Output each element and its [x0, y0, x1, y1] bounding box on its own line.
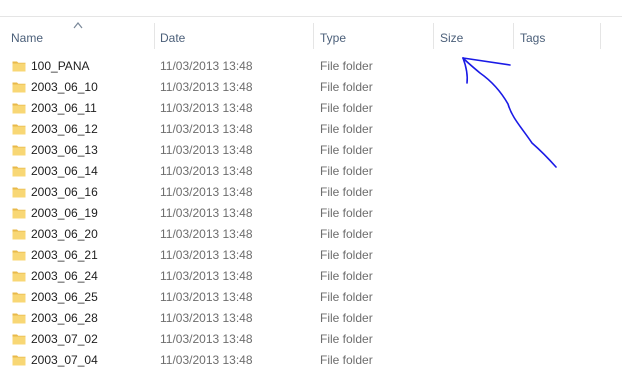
column-divider[interactable]	[513, 23, 514, 49]
table-row[interactable]: 2003_07_02 11/03/2013 13:48 File folder	[0, 329, 622, 350]
table-row[interactable]: 2003_06_20 11/03/2013 13:48 File folder	[0, 224, 622, 245]
column-header-tags-label: Tags	[520, 31, 546, 45]
folder-name[interactable]: 2003_06_24	[31, 266, 98, 287]
folder-name[interactable]: 2003_06_10	[31, 77, 98, 98]
column-header-date-label: Date	[160, 31, 186, 45]
folder-name[interactable]: 2003_06_12	[31, 119, 98, 140]
folder-icon	[12, 61, 26, 72]
item-type: File folder	[320, 269, 373, 283]
column-header-bar: Name Date Type Size Tags	[0, 17, 622, 51]
column-divider[interactable]	[154, 23, 155, 49]
item-type: File folder	[320, 185, 373, 199]
folder-name[interactable]: 2003_06_25	[31, 287, 98, 308]
folder-icon	[12, 250, 26, 261]
table-row[interactable]: 100_PANA 11/03/2013 13:48 File folder	[0, 56, 622, 77]
date-modified: 11/03/2013 13:48	[160, 122, 253, 136]
folder-icon	[12, 208, 26, 219]
table-row[interactable]: 2003_06_25 11/03/2013 13:48 File folder	[0, 287, 622, 308]
folder-name[interactable]: 2003_06_13	[31, 140, 98, 161]
item-type: File folder	[320, 332, 373, 346]
folder-name[interactable]: 2003_06_11	[31, 98, 97, 119]
column-divider[interactable]	[313, 23, 314, 49]
file-list: 100_PANA 11/03/2013 13:48 File folder 2003_…	[0, 56, 622, 371]
table-row[interactable]: 2003_06_21 11/03/2013 13:48 File folder	[0, 245, 622, 266]
table-row[interactable]: 2003_06_19 11/03/2013 13:48 File folder	[0, 203, 622, 224]
table-row[interactable]: 2003_06_24 11/03/2013 13:48 File folder	[0, 266, 622, 287]
item-type: File folder	[320, 80, 373, 94]
table-row[interactable]: 2003_06_12 11/03/2013 13:48 File folder	[0, 119, 622, 140]
column-divider[interactable]	[433, 23, 434, 49]
date-modified: 11/03/2013 13:48	[160, 143, 253, 157]
date-modified: 11/03/2013 13:48	[160, 227, 253, 241]
folder-name[interactable]: 2003_06_28	[31, 308, 98, 329]
folder-icon	[12, 292, 26, 303]
folder-name[interactable]: 2003_06_14	[31, 161, 98, 182]
column-header-size[interactable]: Size	[436, 17, 512, 51]
folder-icon	[12, 166, 26, 177]
folder-name[interactable]: 2003_06_19	[31, 203, 98, 224]
item-type: File folder	[320, 59, 373, 73]
folder-icon	[12, 187, 26, 198]
date-modified: 11/03/2013 13:48	[160, 248, 253, 262]
table-row[interactable]: 2003_06_16 11/03/2013 13:48 File folder	[0, 182, 622, 203]
date-modified: 11/03/2013 13:48	[160, 185, 253, 199]
folder-icon	[12, 313, 26, 324]
table-row[interactable]: 2003_06_10 11/03/2013 13:48 File folder	[0, 77, 622, 98]
item-type: File folder	[320, 227, 373, 241]
column-header-name[interactable]: Name	[7, 17, 153, 51]
folder-icon	[12, 145, 26, 156]
table-row[interactable]: 2003_06_14 11/03/2013 13:48 File folder	[0, 161, 622, 182]
item-type: File folder	[320, 143, 373, 157]
folder-name[interactable]: 2003_06_20	[31, 224, 98, 245]
table-row[interactable]: 2003_06_11 11/03/2013 13:48 File folder	[0, 98, 622, 119]
date-modified: 11/03/2013 13:48	[160, 164, 253, 178]
column-header-date[interactable]: Date	[156, 17, 312, 51]
folder-name[interactable]: 100_PANA	[31, 56, 89, 77]
column-header-name-label: Name	[11, 31, 44, 45]
folder-icon	[12, 271, 26, 282]
folder-icon	[12, 103, 26, 114]
column-header-type-label: Type	[320, 31, 347, 45]
column-header-tags[interactable]: Tags	[516, 17, 600, 51]
item-type: File folder	[320, 122, 373, 136]
folder-icon	[12, 124, 26, 135]
date-modified: 11/03/2013 13:48	[160, 80, 253, 94]
folder-icon	[12, 82, 26, 93]
item-type: File folder	[320, 290, 373, 304]
column-divider[interactable]	[600, 23, 601, 49]
folder-icon	[12, 355, 26, 366]
folder-name[interactable]: 2003_06_21	[31, 245, 98, 266]
column-header-type[interactable]: Type	[316, 17, 432, 51]
date-modified: 11/03/2013 13:48	[160, 332, 253, 346]
folder-name[interactable]: 2003_06_16	[31, 182, 98, 203]
folder-icon	[12, 229, 26, 240]
date-modified: 11/03/2013 13:48	[160, 311, 253, 325]
date-modified: 11/03/2013 13:48	[160, 59, 253, 73]
date-modified: 11/03/2013 13:48	[160, 206, 253, 220]
item-type: File folder	[320, 206, 373, 220]
item-type: File folder	[320, 248, 373, 262]
date-modified: 11/03/2013 13:48	[160, 290, 253, 304]
date-modified: 11/03/2013 13:48	[160, 101, 253, 115]
item-type: File folder	[320, 164, 373, 178]
item-type: File folder	[320, 311, 373, 325]
folder-name[interactable]: 2003_07_02	[31, 329, 98, 350]
table-row[interactable]: 2003_06_28 11/03/2013 13:48 File folder	[0, 308, 622, 329]
column-header-size-label: Size	[440, 31, 464, 45]
item-type: File folder	[320, 101, 373, 115]
folder-icon	[12, 334, 26, 345]
date-modified: 11/03/2013 13:48	[160, 269, 253, 283]
table-row[interactable]: 2003_06_13 11/03/2013 13:48 File folder	[0, 140, 622, 161]
